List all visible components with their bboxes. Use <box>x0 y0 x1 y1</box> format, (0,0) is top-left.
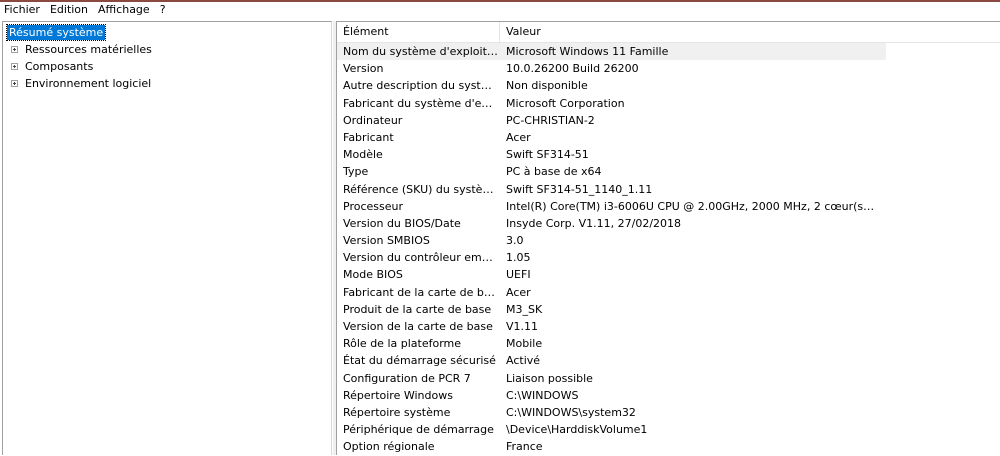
row-value-cell: C:\WINDOWS\system32 <box>506 405 636 419</box>
row-value-cell: 10.0.26200 Build 26200 <box>506 62 639 76</box>
expand-plus-icon[interactable] <box>11 46 18 53</box>
table-row[interactable]: Version du BIOS/Date Insyde Corp. V1.11, … <box>337 215 1000 232</box>
table-row[interactable]: Ordinateur PC-CHRISTIAN-2 <box>337 112 1000 129</box>
row-element-cell: Fabricant de la carte de base <box>343 285 498 299</box>
row-value-cell: M3_SK <box>506 302 543 316</box>
row-value-cell: France <box>506 440 543 454</box>
menu-bar: Fichier Edition Affichage ? <box>0 2 1000 18</box>
row-element-cell: Référence (SKU) du système <box>343 182 498 196</box>
row-element-cell: Mode BIOS <box>343 268 403 282</box>
row-element-cell: Autre description du système d... <box>343 79 498 93</box>
row-element-cell: Configuration de PCR 7 <box>343 371 471 385</box>
table-row[interactable]: Périphérique de démarrage \Device\Harddis… <box>337 421 1000 438</box>
table-row[interactable]: Mode BIOS UEFI <box>337 266 1000 283</box>
row-element-cell: Version du contrôleur embarqué <box>343 251 498 265</box>
row-value-cell: \Device\HarddiskVolume1 <box>506 423 648 437</box>
row-value-cell: Non disponible <box>506 79 588 93</box>
table-row[interactable]: Modèle Swift SF314-51 <box>337 146 1000 163</box>
expand-plus-icon[interactable] <box>11 63 18 70</box>
table-row[interactable]: Autre description du système d... Non dis… <box>337 77 1000 94</box>
row-element-cell: Périphérique de démarrage <box>343 423 494 437</box>
menu-help[interactable]: ? <box>155 2 171 18</box>
row-element-cell: Option régionale <box>343 440 435 454</box>
row-value-cell: 1.05 <box>506 251 531 265</box>
table-row[interactable]: Référence (SKU) du système Swift SF314-51… <box>337 181 1000 198</box>
menu-affichage[interactable]: Affichage <box>93 2 155 18</box>
tree-item-resume-systeme[interactable]: Résumé système <box>5 24 107 41</box>
row-element-cell: Version SMBIOS <box>343 234 430 248</box>
menu-fichier[interactable]: Fichier <box>0 2 45 18</box>
row-value-cell: 3.0 <box>506 234 524 248</box>
details-list: Élément Valeur Nom du système d'exploita… <box>336 21 1000 455</box>
tree-item-label: Composants <box>25 60 94 73</box>
table-row[interactable]: Fabricant du système d'exploit... Microso… <box>337 95 1000 112</box>
main-area: Résumé système Ressources matérielles Co… <box>0 19 1000 455</box>
table-row[interactable]: Nom du système d'exploitation Microsoft W… <box>337 43 886 61</box>
column-header-element[interactable]: Élément <box>337 22 500 42</box>
row-value-cell: Liaison possible <box>506 371 593 385</box>
table-row[interactable]: Version du contrôleur embarqué 1.05 <box>337 249 1000 266</box>
row-element-cell: Type <box>343 165 369 179</box>
category-tree: Résumé système Ressources matérielles Co… <box>2 21 332 455</box>
row-element-cell: Version <box>343 62 384 76</box>
table-row[interactable]: Fabricant Acer <box>337 129 1000 146</box>
row-value-cell: Microsoft Windows 11 Famille <box>506 45 669 58</box>
row-element-cell: Nom du système d'exploitation <box>343 45 498 58</box>
row-element-cell: Répertoire Windows <box>343 388 453 402</box>
row-element-cell: Rôle de la plateforme <box>343 337 462 351</box>
tree-item-label: Ressources matérielles <box>25 43 152 56</box>
expand-plus-icon[interactable] <box>11 80 18 87</box>
row-value-cell: V1.11 <box>506 320 539 333</box>
table-row[interactable]: Répertoire Windows C:\WINDOWS <box>337 387 1000 404</box>
row-value-cell: Intel(R) Core(TM) i3-6006U CPU @ 2.00GHz… <box>506 199 878 213</box>
table-row[interactable]: Fabricant de la carte de base Acer <box>337 284 1000 301</box>
row-value-cell: Mobile <box>506 337 543 351</box>
row-value-cell: C:\WINDOWS <box>506 388 579 402</box>
row-element-cell: Produit de la carte de base <box>343 302 492 316</box>
table-row[interactable]: Rôle de la plateforme Mobile <box>337 335 1000 352</box>
row-value-cell: Acer <box>506 285 531 299</box>
row-value-cell: Acer <box>506 130 531 144</box>
row-value-cell: Swift SF314-51 <box>506 148 589 162</box>
table-row[interactable]: Version SMBIOS 3.0 <box>337 232 1000 249</box>
table-row[interactable]: Option régionale France <box>337 438 1000 455</box>
table-row[interactable]: Version de la carte de base V1.11 <box>337 318 1000 335</box>
table-row[interactable]: Configuration de PCR 7 Liaison possible <box>337 370 1000 387</box>
table-row[interactable]: Type PC à base de x64 <box>337 163 1000 180</box>
row-value-cell: Swift SF314-51_1140_1.11 <box>506 182 653 196</box>
row-value-cell: Activé <box>506 354 541 368</box>
tree-item-ressources-materielles[interactable]: Ressources matérielles <box>7 42 307 58</box>
tree-item-environnement-logiciel[interactable]: Environnement logiciel <box>7 76 307 92</box>
table-row[interactable]: Répertoire système C:\WINDOWS\system32 <box>337 404 1000 421</box>
row-value-cell: PC-CHRISTIAN-2 <box>506 113 595 127</box>
table-row[interactable]: Processeur Intel(R) Core(TM) i3-6006U CPU… <box>337 198 1000 215</box>
row-element-cell: Fabricant <box>343 130 394 144</box>
table-row[interactable]: Produit de la carte de base M3_SK <box>337 301 1000 318</box>
row-value-cell: Insyde Corp. V1.11, 27/02/2018 <box>506 216 682 230</box>
list-header: Élément Valeur <box>337 22 1000 43</box>
tree-item-label: Environnement logiciel <box>25 77 152 90</box>
row-element-cell: État du démarrage sécurisé <box>343 354 496 368</box>
tree-item-composants[interactable]: Composants <box>7 59 307 75</box>
row-element-cell: Ordinateur <box>343 113 403 127</box>
row-element-cell: Fabricant du système d'exploit... <box>343 96 498 110</box>
row-element-cell: Répertoire système <box>343 405 451 419</box>
row-element-cell: Version du BIOS/Date <box>343 216 461 230</box>
row-element-cell: Modèle <box>343 148 383 162</box>
row-value-cell: PC à base de x64 <box>506 165 602 179</box>
list-rows: Nom du système d'exploitation Microsoft W… <box>337 43 1000 456</box>
tree-item-label: Résumé système <box>5 24 107 41</box>
row-element-cell: Processeur <box>343 199 403 213</box>
row-value-cell: Microsoft Corporation <box>506 96 625 110</box>
table-row[interactable]: Version 10.0.26200 Build 26200 <box>337 60 1000 77</box>
row-element-cell: Version de la carte de base <box>343 320 493 333</box>
menu-edition[interactable]: Edition <box>45 2 93 18</box>
column-header-valeur[interactable]: Valeur <box>500 22 1000 42</box>
table-row[interactable]: État du démarrage sécurisé Activé <box>337 352 1000 369</box>
row-value-cell: UEFI <box>506 268 531 282</box>
